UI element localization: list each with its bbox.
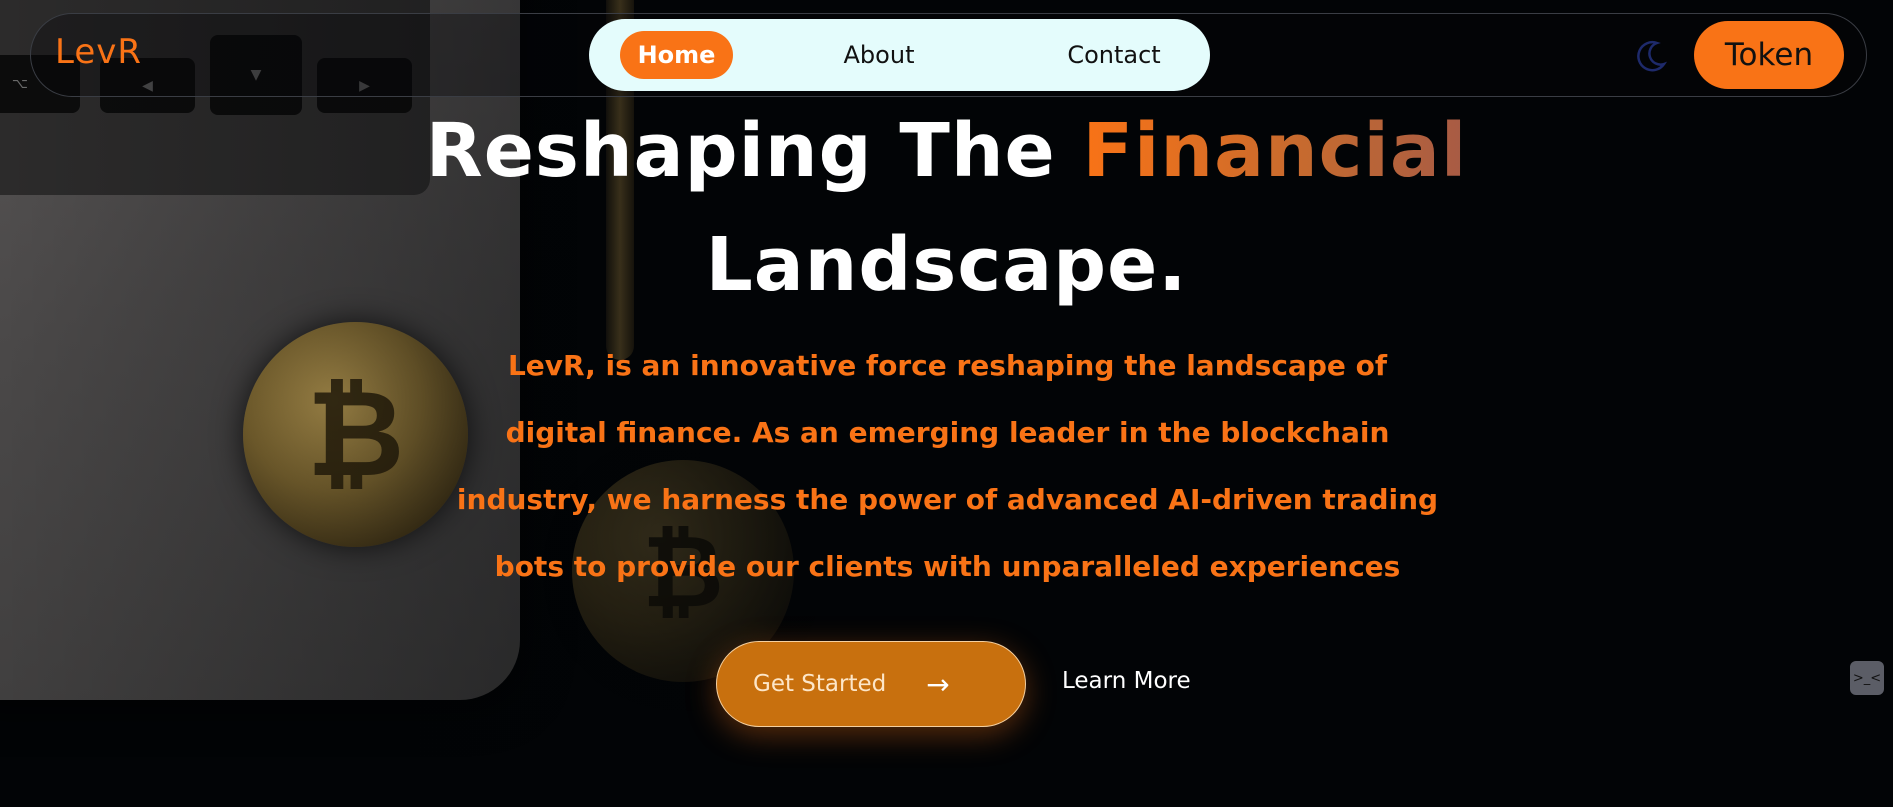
learn-more-link[interactable]: Learn More	[1062, 668, 1191, 694]
hero-description: LevR, is an innovative force reshaping t…	[456, 349, 1439, 583]
nav-link-home[interactable]: Home	[620, 31, 733, 79]
arrow-right-icon: →	[926, 667, 950, 701]
nav-links: Home About Contact	[589, 19, 1210, 91]
navbar: LevR Home About Contact Token	[30, 13, 1867, 97]
get-started-label: Get Started	[753, 671, 887, 697]
nav-link-about[interactable]: About	[819, 31, 939, 79]
hero-title-part1: Reshaping The	[425, 108, 1083, 194]
nav-link-contact[interactable]: Contact	[1039, 31, 1189, 79]
hero-title-line2: Landscape.	[705, 222, 1188, 308]
token-button[interactable]: Token	[1694, 21, 1844, 89]
floating-widget-button[interactable]: >_<	[1850, 661, 1884, 695]
brand-logo[interactable]: LevR	[55, 32, 142, 72]
hero-title-accent: Financial	[1082, 108, 1468, 194]
get-started-button[interactable]: Get Started →	[716, 641, 1026, 727]
moon-icon[interactable]	[1631, 36, 1671, 76]
hero-title: Reshaping The Financial Landscape.	[0, 94, 1893, 322]
